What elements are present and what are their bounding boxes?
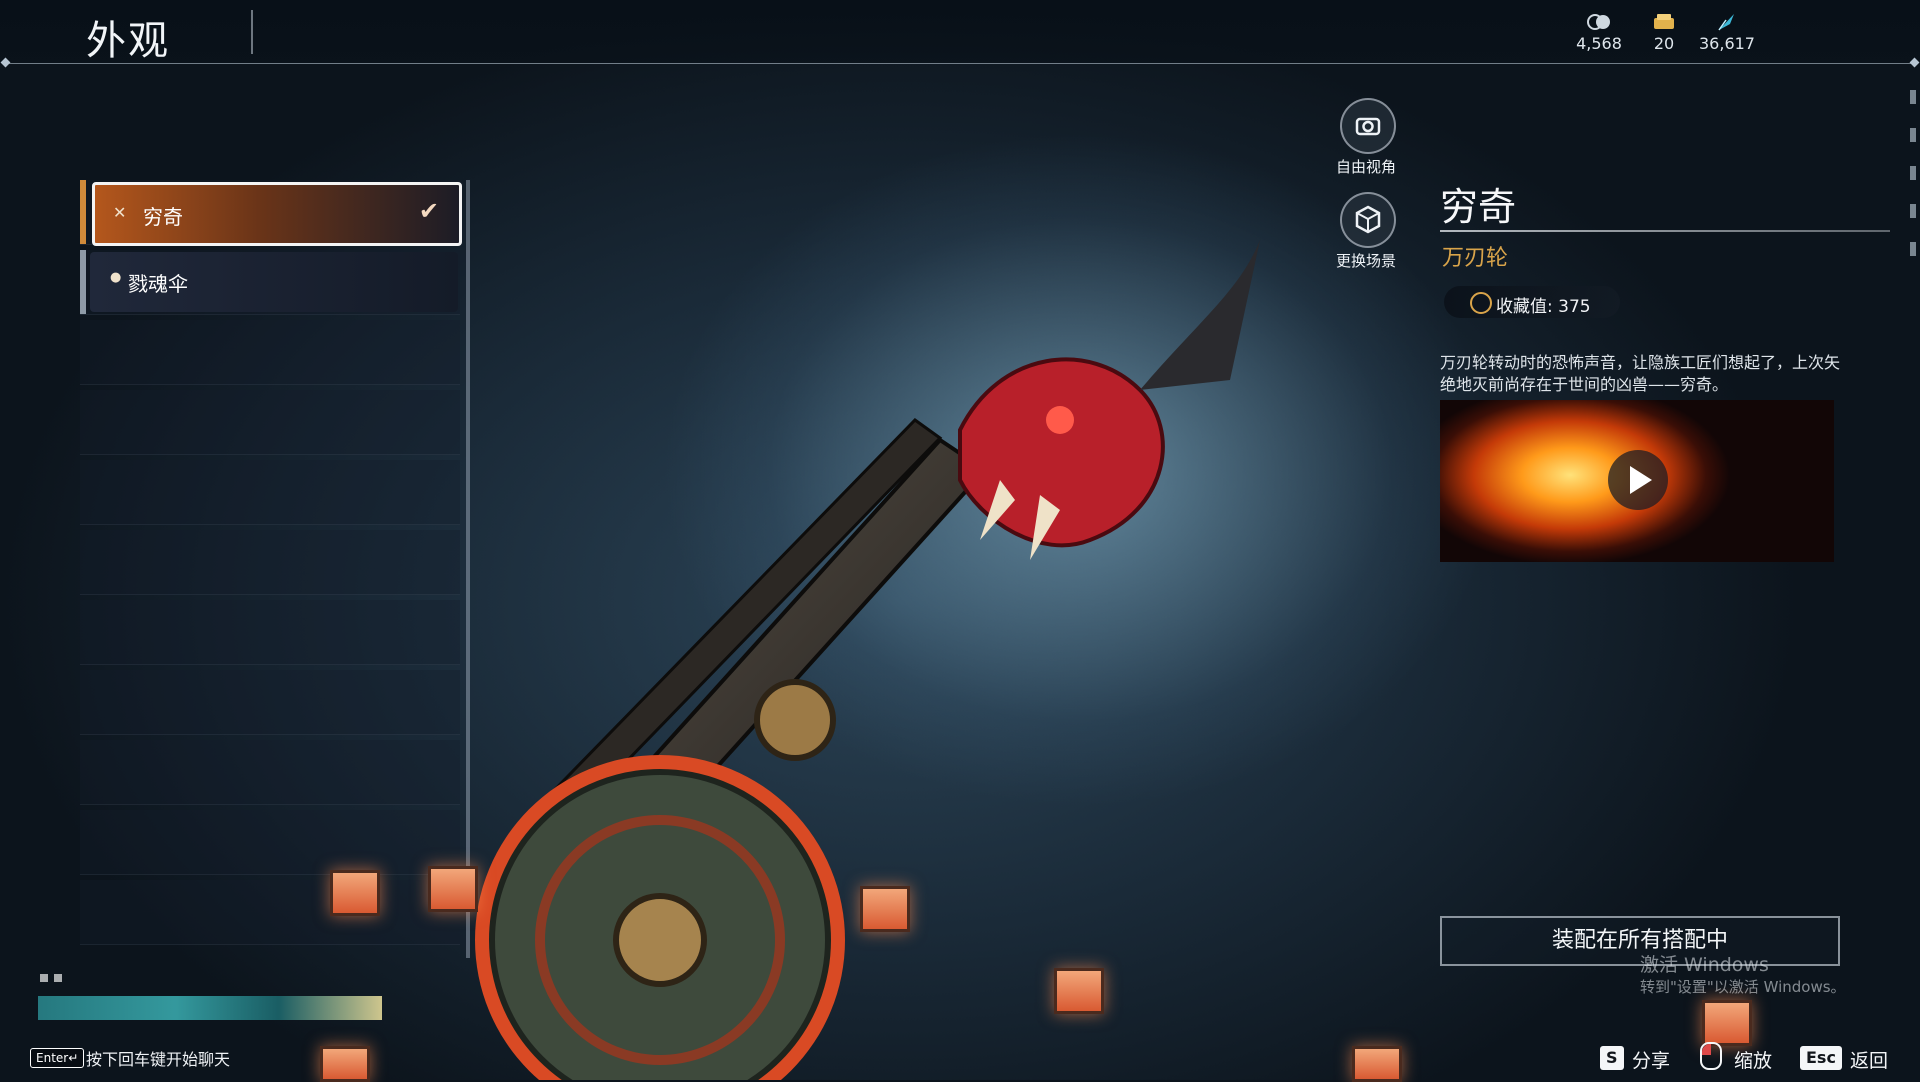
list-item-luhunsan[interactable]: ● 戮魂伞 bbox=[90, 252, 458, 312]
share-label[interactable]: 分享 bbox=[1632, 1046, 1670, 1073]
weapon-name: 穷奇 bbox=[1440, 185, 1517, 229]
free-view-button[interactable] bbox=[1340, 98, 1396, 154]
list-item-accent bbox=[80, 250, 86, 314]
list-item-label: 戮魂伞 bbox=[128, 272, 188, 296]
empty-slot bbox=[80, 460, 460, 525]
enter-key-hint: Enter↵ bbox=[30, 1048, 85, 1068]
change-scene-label: 更换场景 bbox=[1335, 252, 1396, 270]
currency-coins: 4,568 bbox=[1564, 12, 1634, 53]
play-icon bbox=[1630, 466, 1652, 494]
ticket-icon bbox=[1654, 14, 1674, 29]
currency-tickets-value: 20 bbox=[1653, 34, 1675, 53]
empty-slot bbox=[80, 670, 460, 735]
empty-slot bbox=[80, 530, 460, 595]
cube-icon bbox=[1355, 205, 1381, 234]
empty-slot bbox=[80, 320, 460, 385]
weapon-description: 万刃轮转动时的恐怖声音，让隐族工匠们想起了，上次矢绝地灭前尚存在于世间的凶兽——… bbox=[1440, 353, 1841, 394]
shaft-disc bbox=[754, 679, 836, 761]
drop-icon: ● bbox=[110, 270, 122, 285]
free-view-label: 自由视角 bbox=[1335, 158, 1396, 176]
lantern bbox=[860, 886, 910, 932]
lantern bbox=[1054, 968, 1104, 1014]
header-divider-line bbox=[6, 63, 1914, 64]
currency-coins-value: 4,568 bbox=[1576, 34, 1622, 53]
chat-preview[interactable] bbox=[38, 996, 382, 1020]
title-divider bbox=[251, 10, 253, 54]
collection-icon bbox=[1470, 292, 1492, 314]
currency-feathers: 36,617 bbox=[1692, 12, 1762, 53]
weapon-preview[interactable] bbox=[440, 180, 1500, 1080]
camera-icon bbox=[1355, 117, 1381, 136]
activation-watermark-text: 转到"设置"以激活 Windows。 bbox=[1640, 978, 1846, 996]
list-item-qiongqi[interactable]: ✕ 穷奇 ✔ bbox=[92, 182, 462, 246]
share-key[interactable]: S bbox=[1600, 1046, 1624, 1070]
mouse-icon bbox=[1700, 1042, 1722, 1070]
lantern bbox=[330, 870, 380, 916]
coin-stack-icon bbox=[1587, 14, 1610, 30]
lantern bbox=[1352, 1046, 1402, 1082]
empty-slot bbox=[80, 880, 460, 945]
lantern bbox=[428, 866, 478, 912]
list-item-label: 穷奇 bbox=[143, 205, 183, 229]
list-item-accent bbox=[80, 180, 86, 244]
beast-head bbox=[958, 240, 1260, 560]
collection-value: 收藏值: 375 bbox=[1496, 297, 1591, 317]
weapon-type: 万刃轮 bbox=[1442, 246, 1509, 271]
empty-slot bbox=[80, 740, 460, 805]
page-scroll-indicator[interactable] bbox=[1910, 90, 1916, 270]
list-item[interactable]: ● 戮魂伞 bbox=[80, 250, 460, 315]
change-scene-button[interactable] bbox=[1340, 192, 1396, 248]
currency-tickets: 20 bbox=[1629, 12, 1699, 53]
name-underline bbox=[1440, 230, 1890, 232]
preview-video[interactable] bbox=[1440, 400, 1834, 562]
lantern bbox=[1702, 1000, 1752, 1046]
back-label[interactable]: 返回 bbox=[1850, 1046, 1888, 1073]
collection-value-badge: 收藏值: 375 bbox=[1444, 286, 1620, 318]
list-item[interactable]: ✕ 穷奇 ✔ bbox=[80, 180, 462, 246]
esc-key[interactable]: Esc bbox=[1800, 1046, 1842, 1070]
chat-pixel bbox=[40, 974, 48, 982]
currency-feathers-value: 36,617 bbox=[1699, 34, 1755, 53]
saw-blade bbox=[475, 755, 845, 1080]
empty-slot bbox=[80, 600, 460, 665]
activation-watermark-title: 激活 Windows bbox=[1640, 954, 1769, 976]
page-title: 外观 bbox=[86, 18, 170, 64]
feather-icon bbox=[1718, 14, 1734, 31]
chat-hint-text: 按下回车键开始聊天 bbox=[86, 1050, 231, 1069]
appearance-list: ✕ 穷奇 ✔ ● 戮魂伞 bbox=[80, 180, 470, 962]
check-icon: ✔ bbox=[418, 197, 439, 225]
chat-pixel bbox=[54, 974, 62, 982]
zoom-label[interactable]: 缩放 bbox=[1734, 1046, 1772, 1073]
empty-slot bbox=[80, 390, 460, 455]
lantern bbox=[320, 1046, 370, 1082]
cross-icon: ✕ bbox=[113, 203, 127, 222]
empty-slot bbox=[80, 810, 460, 875]
